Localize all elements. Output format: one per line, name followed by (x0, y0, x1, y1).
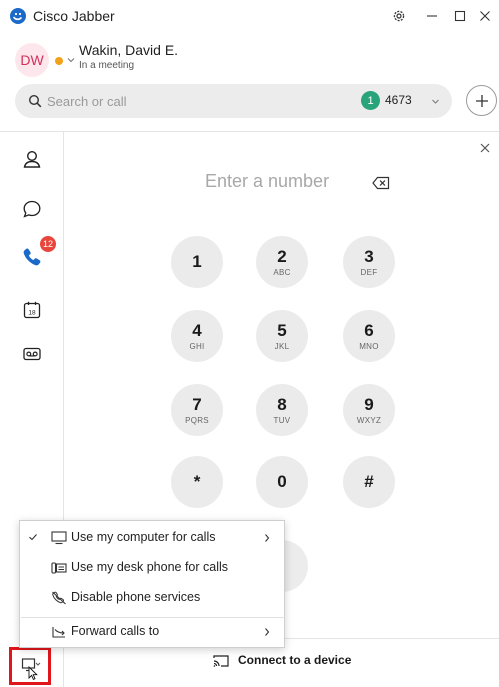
jabber-window: Cisco Jabber DW Wakin, David E. In a mee… (0, 0, 499, 687)
maximize-icon (454, 10, 466, 22)
dialpad-key-9[interactable]: 9 WXYZ (343, 384, 395, 436)
search-bar: 1 4673 (15, 84, 452, 118)
window-title: Cisco Jabber (33, 8, 115, 24)
calendar-icon: 18 (23, 301, 41, 319)
nav-contacts[interactable] (19, 146, 45, 172)
maximize-button[interactable] (450, 6, 470, 26)
computer-icon (21, 658, 41, 680)
connect-device-button[interactable]: Connect to a device (212, 652, 392, 670)
menu-item-use-desk-phone[interactable]: Use my desk phone for calls (20, 553, 284, 583)
close-dialpad-icon[interactable] (478, 141, 492, 155)
calls-badge: 12 (40, 236, 56, 252)
phone-disabled-icon (52, 591, 66, 605)
menu-item-use-computer[interactable]: Use my computer for calls (20, 523, 284, 553)
divider (0, 131, 499, 132)
contacts-icon (23, 150, 41, 168)
desk-phone-icon (51, 562, 67, 574)
chevron-down-icon (432, 99, 439, 104)
dialpad-key-5[interactable]: 5 JKL (256, 310, 308, 362)
dialpad-key-star[interactable]: * (171, 456, 223, 508)
call-settings-menu: Use my computer for calls Use my desk ph… (19, 520, 285, 648)
computer-icon (51, 531, 67, 545)
dialpad-key-0[interactable]: 0 (256, 456, 308, 508)
title-bar: Cisco Jabber (0, 0, 499, 32)
call-settings-button[interactable] (9, 647, 51, 685)
avatar[interactable]: DW (15, 43, 49, 77)
chevron-right-icon (265, 628, 270, 636)
minimize-icon (427, 15, 437, 17)
close-icon (480, 11, 490, 21)
dialpad-key-hash[interactable]: # (343, 456, 395, 508)
phone-icon (23, 248, 41, 266)
nav-meetings[interactable]: 18 (19, 297, 45, 323)
jabber-logo-icon (10, 8, 26, 24)
connect-device-label: Connect to a device (238, 653, 352, 667)
checkmark-icon (29, 534, 37, 541)
line-number: 4673 (385, 93, 412, 107)
chevron-right-icon (265, 534, 270, 542)
user-status: In a meeting (79, 60, 135, 71)
profile-header[interactable]: DW Wakin, David E. In a meeting (15, 40, 315, 77)
dialpad-key-6[interactable]: 6 MNO (343, 310, 395, 362)
gear-icon (393, 10, 405, 22)
dialpad-key-4[interactable]: 4 GHI (171, 310, 223, 362)
backspace-icon[interactable] (372, 176, 390, 190)
dialpad-key-3[interactable]: 3 DEF (343, 236, 395, 288)
user-name: Wakin, David E. (79, 42, 179, 58)
voicemail-icon (23, 347, 41, 361)
line-selector[interactable]: 1 4673 (358, 89, 448, 113)
close-window-button[interactable] (475, 6, 495, 26)
chevron-down-icon[interactable] (66, 55, 76, 65)
add-button[interactable] (466, 85, 497, 116)
plus-icon (475, 94, 488, 107)
menu-item-forward-calls[interactable]: Forward calls to (20, 617, 284, 647)
dialpad-key-1[interactable]: 1 (171, 236, 223, 288)
settings-button[interactable] (389, 6, 409, 26)
forward-icon (52, 627, 65, 638)
search-input[interactable] (47, 90, 347, 112)
nav-voicemail[interactable] (19, 341, 45, 367)
menu-item-disable-phone[interactable]: Disable phone services (20, 583, 284, 613)
cast-icon (213, 655, 229, 667)
search-icon (28, 94, 42, 108)
dialpad-key-2[interactable]: 2 ABC (256, 236, 308, 288)
dialpad-key-7[interactable]: 7 PQRS (171, 384, 223, 436)
dialpad-key-8[interactable]: 8 TUV (256, 384, 308, 436)
calendar-day: 18 (28, 310, 36, 317)
minimize-button[interactable] (422, 6, 442, 26)
number-input[interactable]: Enter a number (205, 171, 385, 195)
line-count-badge: 1 (361, 91, 380, 110)
presence-indicator (55, 57, 63, 65)
chat-icon (23, 200, 41, 218)
nav-chats[interactable] (19, 196, 45, 222)
